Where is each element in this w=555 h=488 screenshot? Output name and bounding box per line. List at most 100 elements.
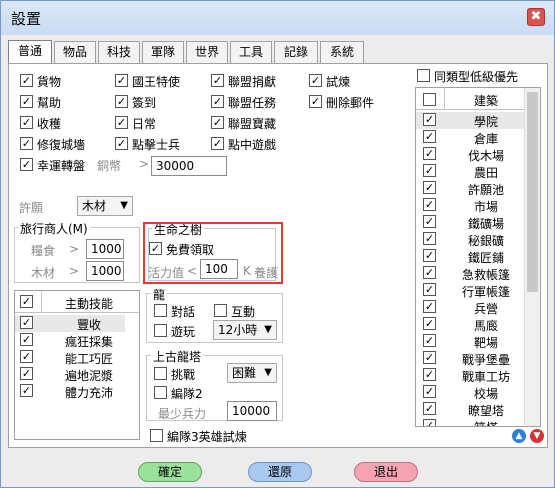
list-item[interactable]: 遍地泥漿	[15, 366, 125, 383]
building-checkbox[interactable]	[423, 181, 436, 194]
copper-input[interactable]: 30000	[151, 156, 227, 176]
building-checkbox[interactable]	[423, 249, 436, 262]
building-checkbox[interactable]	[423, 232, 436, 245]
exit-button[interactable]: 退出	[354, 462, 418, 482]
restore-button[interactable]: 還原	[248, 462, 312, 482]
buildings-select-all-checkbox[interactable]	[423, 93, 436, 106]
list-item[interactable]: 伐木場	[416, 146, 524, 163]
checkbox-alliance-treasure[interactable]	[211, 116, 224, 129]
checkbox-dialogue[interactable]	[154, 304, 167, 317]
scrollbar-thumb[interactable]	[527, 92, 538, 292]
hours-select[interactable]: 12小時 ▼	[213, 320, 277, 340]
checkbox-alliance-donate[interactable]	[211, 74, 224, 87]
checkbox-play[interactable]	[154, 324, 167, 337]
list-item[interactable]: 鐵礦場	[416, 214, 524, 231]
food-input[interactable]: 1000	[86, 239, 124, 259]
building-checkbox[interactable]	[423, 385, 436, 398]
ok-button[interactable]: 確定	[138, 462, 202, 482]
building-checkbox[interactable]	[423, 215, 436, 228]
building-checkbox[interactable]	[423, 283, 436, 296]
list-item[interactable]: 箭塔	[416, 418, 524, 426]
checkbox-daily[interactable]	[115, 116, 128, 129]
building-checkbox[interactable]	[423, 317, 436, 330]
buildings-scrollbar[interactable]	[524, 88, 540, 426]
checkbox-lucky-wheel[interactable]	[20, 158, 33, 171]
building-checkbox[interactable]	[423, 300, 436, 313]
tab-army[interactable]: 軍隊	[142, 41, 184, 63]
skills-list[interactable]: 主動技能 豐收 瘋狂採集 能工巧匠 遍地泥漿 體力充沛	[14, 290, 140, 440]
skill-checkbox[interactable]	[20, 333, 33, 346]
building-checkbox[interactable]	[423, 351, 436, 364]
list-item[interactable]: 急救帳篷	[416, 265, 524, 282]
tab-world[interactable]: 世界	[186, 41, 228, 63]
list-item[interactable]: 靶場	[416, 333, 524, 350]
checkbox-trial[interactable]	[309, 74, 322, 87]
list-item[interactable]: 倉庫	[416, 129, 524, 146]
checkbox-alliance-task[interactable]	[211, 95, 224, 108]
list-item[interactable]: 瘋狂採集	[15, 332, 125, 349]
list-item[interactable]: 秘銀礦	[416, 231, 524, 248]
list-item[interactable]: 瞭望塔	[416, 401, 524, 418]
list-item[interactable]: 兵營	[416, 299, 524, 316]
building-checkbox[interactable]	[423, 130, 436, 143]
list-item[interactable]: 能工巧匠	[15, 349, 125, 366]
tab-items[interactable]: 物品	[54, 41, 96, 63]
checkbox-team2[interactable]	[154, 386, 167, 399]
building-checkbox[interactable]	[423, 147, 436, 160]
list-item[interactable]: 豐收	[15, 315, 125, 332]
list-item[interactable]: 學院	[416, 112, 524, 129]
building-checkbox[interactable]	[423, 266, 436, 279]
list-item[interactable]: 鐵匠鋪	[416, 248, 524, 265]
list-item[interactable]: 體力充沛	[15, 383, 125, 400]
building-checkbox[interactable]	[423, 334, 436, 347]
min-troops-input[interactable]: 10000	[227, 401, 277, 421]
checkbox-help[interactable]	[20, 95, 33, 108]
checkbox-sign-in[interactable]	[115, 95, 128, 108]
wish-select[interactable]: 木材 ▼	[77, 196, 133, 216]
tab-tech[interactable]: 科技	[98, 41, 140, 63]
list-item[interactable]: 戰爭堡壘	[416, 350, 524, 367]
list-item[interactable]: 農田	[416, 163, 524, 180]
checkbox-cargo[interactable]	[20, 74, 33, 87]
tab-system[interactable]: 系統	[320, 41, 364, 63]
checkbox-same-type-low-first[interactable]	[417, 69, 430, 82]
skill-checkbox[interactable]	[20, 384, 33, 397]
building-checkbox[interactable]	[423, 368, 436, 381]
difficulty-select[interactable]: 困難 ▼	[227, 363, 277, 383]
list-item[interactable]: 馬廄	[416, 316, 524, 333]
list-item[interactable]: 行軍帳篷	[416, 282, 524, 299]
list-item[interactable]: 許願池	[416, 180, 524, 197]
move-down-icon[interactable]: ▼	[530, 429, 544, 443]
checkbox-king-envoy[interactable]	[115, 74, 128, 87]
building-checkbox[interactable]	[423, 164, 436, 177]
building-label: 倉庫	[474, 132, 499, 146]
building-checkbox[interactable]	[423, 113, 436, 126]
checkbox-interact[interactable]	[214, 304, 227, 317]
checkbox-repair-wall[interactable]	[20, 137, 33, 150]
building-label: 兵營	[474, 302, 499, 316]
skill-checkbox[interactable]	[20, 316, 33, 329]
checkbox-harvest[interactable]	[20, 116, 33, 129]
wood-input[interactable]: 1000	[86, 261, 124, 281]
checkbox-team3-hero-trial[interactable]	[150, 429, 163, 442]
skill-checkbox[interactable]	[20, 367, 33, 380]
skill-checkbox[interactable]	[20, 350, 33, 363]
list-item[interactable]: 市場	[416, 197, 524, 214]
building-checkbox[interactable]	[423, 198, 436, 211]
checkbox-click-soldier[interactable]	[115, 137, 128, 150]
tab-log[interactable]: 記錄	[274, 41, 318, 63]
move-up-icon[interactable]: ▲	[512, 429, 526, 443]
list-item[interactable]: 校場	[416, 384, 524, 401]
list-item[interactable]: 戰車工坊	[416, 367, 524, 384]
checkbox-click-game[interactable]	[211, 137, 224, 150]
building-checkbox[interactable]	[423, 419, 436, 426]
building-checkbox[interactable]	[423, 402, 436, 415]
skill-label: 遍地泥漿	[65, 369, 114, 383]
checkbox-challenge[interactable]	[154, 367, 167, 380]
tab-general[interactable]: 普通	[8, 40, 52, 64]
tab-tools[interactable]: 工具	[230, 41, 272, 63]
buildings-list[interactable]: 建築 學院 倉庫 伐木場 農田 許願池 市場 鐵礦場 秘銀礦 鐵匠鋪 急救帳篷 …	[415, 87, 541, 427]
skills-select-all-checkbox[interactable]	[20, 295, 33, 308]
close-button[interactable]: ✖	[527, 8, 545, 26]
checkbox-delete-mail[interactable]	[309, 95, 322, 108]
